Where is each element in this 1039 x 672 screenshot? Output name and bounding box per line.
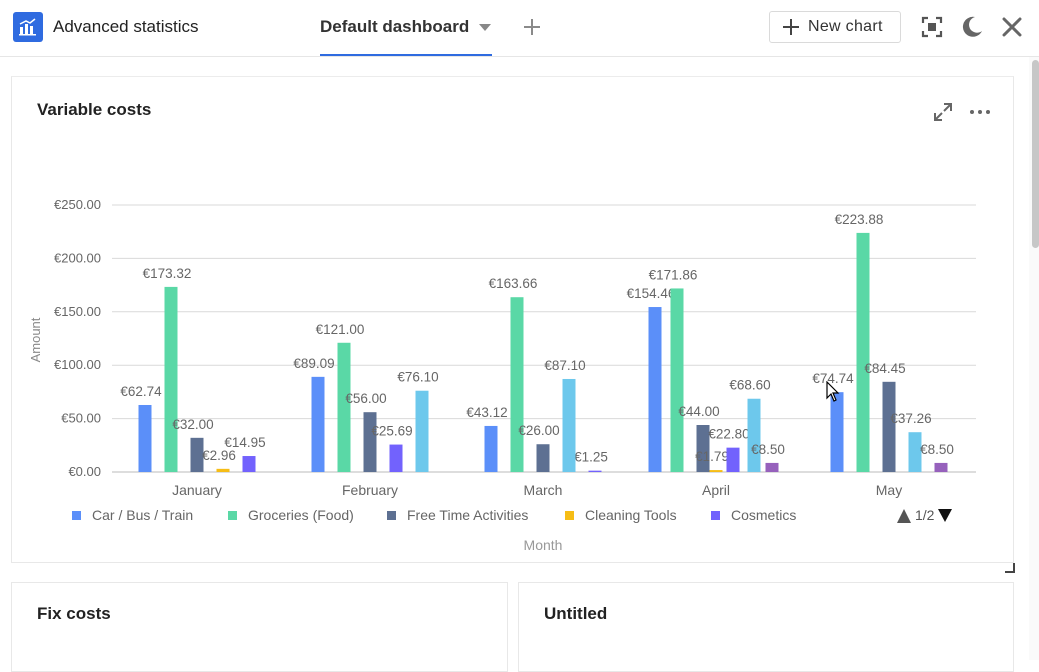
legend-label: Groceries (Food) (248, 507, 354, 523)
data-label: €87.10 (544, 358, 585, 373)
data-label: €32.00 (172, 417, 213, 432)
bar (747, 398, 761, 472)
legend-swatch (228, 511, 237, 520)
bar (337, 342, 351, 472)
data-label: €121.00 (316, 322, 365, 337)
x-axis-label: Month (524, 537, 563, 553)
y-tick-label: €200.00 (54, 250, 101, 265)
data-label: €44.00 (678, 404, 719, 419)
bar (765, 462, 779, 472)
legend-swatch (72, 511, 81, 520)
x-tick-label: February (342, 482, 398, 498)
bar (726, 447, 740, 472)
data-label: €76.10 (397, 370, 438, 385)
bar (562, 378, 576, 472)
data-label: €8.50 (920, 442, 954, 457)
y-tick-label: €150.00 (54, 304, 101, 319)
bar (670, 288, 684, 472)
data-label: €84.45 (864, 361, 905, 376)
bar (216, 468, 230, 472)
data-label: €154.46 (627, 286, 676, 301)
bar (830, 392, 844, 472)
data-label: €8.50 (751, 442, 785, 457)
bar (242, 456, 256, 472)
bar (164, 286, 178, 472)
data-label: €2.96 (202, 448, 236, 463)
data-label: €26.00 (518, 423, 559, 438)
data-label: €25.69 (371, 424, 412, 439)
bar (882, 381, 896, 472)
legend-label: Cleaning Tools (585, 507, 677, 523)
data-label: €163.66 (489, 276, 538, 291)
bar (588, 470, 602, 472)
data-label: €171.86 (649, 267, 698, 282)
mouse-cursor-icon (826, 381, 840, 402)
bar (709, 470, 723, 472)
legend-swatch (711, 511, 720, 520)
data-label: €37.26 (890, 411, 931, 426)
y-tick-label: €0.00 (68, 464, 101, 479)
x-tick-label: May (876, 482, 902, 498)
bar (138, 404, 152, 472)
x-tick-label: January (172, 482, 222, 498)
bar (934, 462, 948, 472)
bar (856, 232, 870, 472)
data-label: €22.80 (708, 427, 749, 442)
x-tick-label: March (524, 482, 563, 498)
legend-swatch (565, 511, 574, 520)
y-tick-label: €100.00 (54, 357, 101, 372)
legend-pager: 1/2 (915, 507, 935, 523)
data-label: €43.12 (466, 405, 507, 420)
legend-swatch (387, 511, 396, 520)
x-tick-label: April (702, 482, 730, 498)
bar-chart: €0.00 €50.00 €100.00 €150.00 €200.00 €250.00 A… (28, 197, 976, 553)
bar (415, 390, 429, 472)
bar (389, 444, 403, 472)
bar (536, 444, 550, 472)
data-label: €1.79 (695, 449, 729, 464)
data-label: €14.95 (224, 435, 265, 450)
bar (363, 412, 377, 472)
bar (510, 297, 524, 472)
bar (484, 425, 498, 472)
legend-next-page-icon (938, 509, 952, 522)
legend-prev-page-icon (897, 509, 911, 523)
y-axis-label: Amount (28, 317, 43, 362)
data-label: €223.88 (835, 212, 884, 227)
y-tick-label: €250.00 (54, 197, 101, 212)
legend-label: Cosmetics (731, 507, 796, 523)
legend-label: Free Time Activities (407, 507, 528, 523)
data-label: €62.74 (120, 384, 162, 399)
data-label: €89.09 (293, 356, 334, 371)
y-tick-label: €50.00 (61, 411, 101, 426)
legend-label: Car / Bus / Train (92, 507, 193, 523)
data-label: €1.25 (574, 450, 608, 465)
data-label: €173.32 (143, 266, 192, 281)
data-label: €56.00 (345, 391, 386, 406)
data-label: €68.60 (729, 378, 770, 393)
bar (311, 376, 325, 472)
bar (648, 307, 662, 472)
